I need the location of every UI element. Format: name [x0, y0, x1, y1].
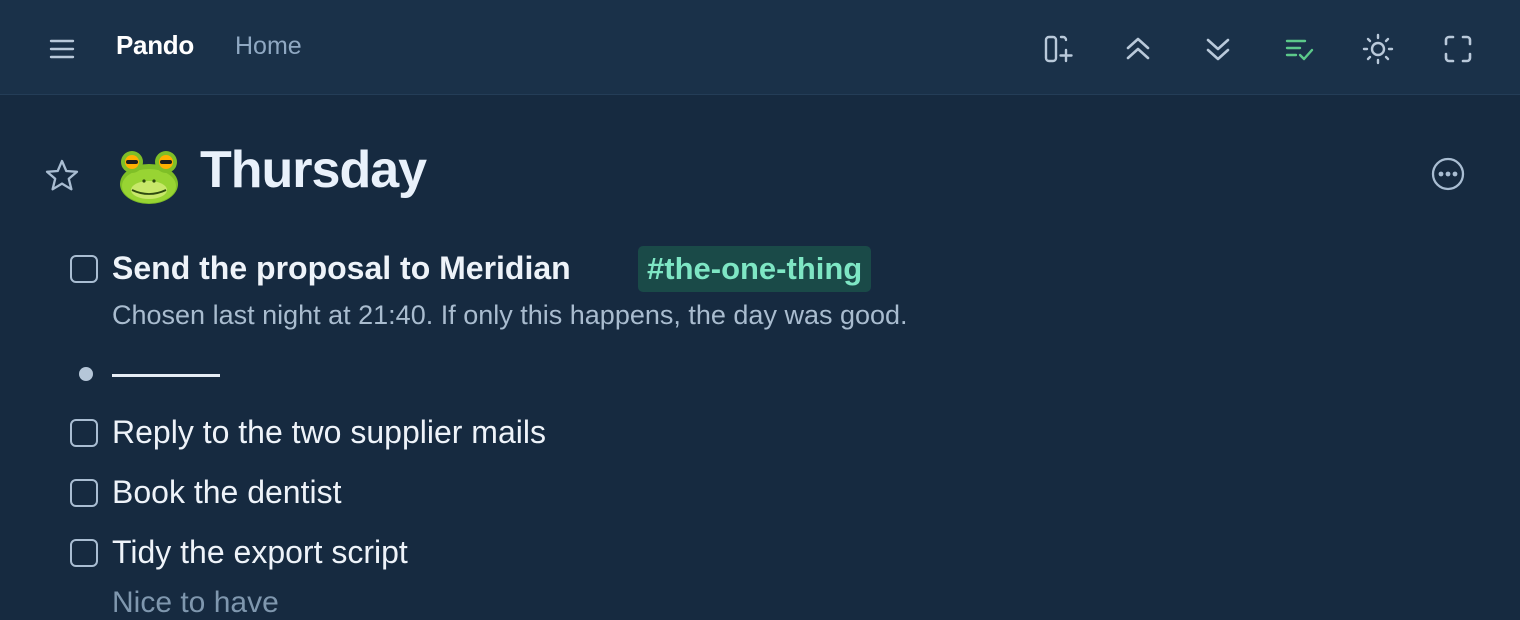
app-brand[interactable]: Pando	[116, 30, 194, 61]
task-list-check-icon[interactable]	[1277, 27, 1321, 71]
partial-list-item[interactable]: Nice to have	[112, 586, 279, 620]
page-title[interactable]: Thursday	[200, 140, 427, 200]
task-checkbox[interactable]	[70, 479, 98, 507]
frog-emoji-icon[interactable]	[116, 148, 182, 206]
top-bar: Pando Home	[0, 0, 1520, 95]
horizontal-rule	[112, 374, 220, 377]
task-checkbox[interactable]	[70, 539, 98, 567]
hamburger-menu-icon[interactable]	[40, 27, 84, 71]
star-outline-icon[interactable]	[40, 154, 84, 198]
add-panel-icon[interactable]	[1036, 27, 1080, 71]
tag-the-one-thing[interactable]: #the-one-thing	[638, 246, 872, 292]
breadcrumb-home[interactable]: Home	[235, 32, 302, 61]
main-task-note[interactable]: Chosen last night at 21:40. If only this…	[112, 300, 908, 331]
task-checkbox[interactable]	[70, 419, 98, 447]
task-item[interactable]: Tidy the export script	[112, 534, 408, 571]
task-item[interactable]: Reply to the two supplier mails	[112, 414, 546, 451]
collapse-all-icon[interactable]	[1116, 27, 1160, 71]
main-task-checkbox[interactable]	[70, 255, 98, 283]
more-options-icon[interactable]	[1428, 154, 1468, 194]
bullet-dot[interactable]	[79, 367, 93, 381]
expand-all-icon[interactable]	[1196, 27, 1240, 71]
main-task-text[interactable]: Send the proposal to Meridian	[112, 250, 571, 287]
brightness-icon[interactable]	[1356, 27, 1400, 71]
fullscreen-icon[interactable]	[1436, 27, 1480, 71]
task-item[interactable]: Book the dentist	[112, 474, 341, 511]
